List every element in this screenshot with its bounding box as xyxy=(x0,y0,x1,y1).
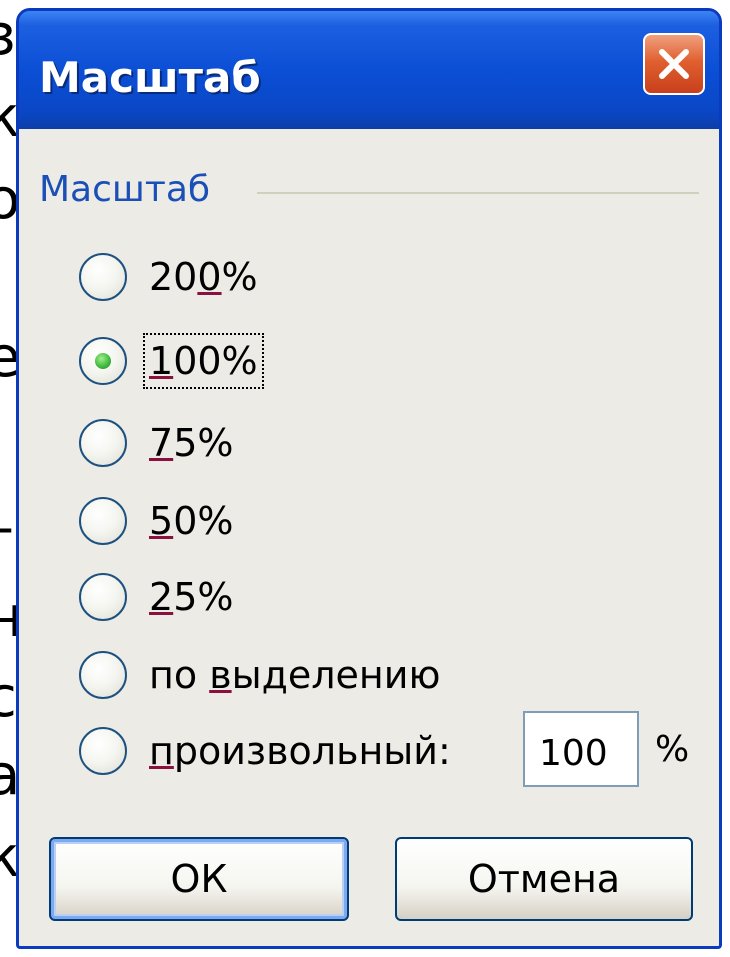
radio-label: 75% xyxy=(149,421,234,465)
radio-button[interactable] xyxy=(79,651,127,699)
radio-button[interactable] xyxy=(79,727,127,775)
close-button[interactable] xyxy=(643,33,705,95)
radio-label: произвольный: xyxy=(149,729,451,773)
radio-button[interactable] xyxy=(79,497,127,545)
radio-label: 100% xyxy=(143,333,264,389)
radio-button[interactable] xyxy=(79,253,127,301)
group-label: Масштаб xyxy=(39,169,211,210)
selected-dot-icon xyxy=(95,353,111,369)
radio-button[interactable] xyxy=(79,573,127,621)
radio-option-100[interactable]: 100% xyxy=(79,333,264,389)
radio-label: 50% xyxy=(149,499,234,543)
radio-label: по выделению xyxy=(149,653,441,697)
radio-button-selected[interactable] xyxy=(79,337,127,385)
dialog-title: Масштаб xyxy=(39,53,261,102)
radio-option-selection[interactable]: по выделению xyxy=(79,647,440,703)
radio-option-75[interactable]: 75% xyxy=(79,415,233,471)
title-bar[interactable]: Масштаб xyxy=(19,11,719,129)
custom-zoom-input[interactable]: 100 xyxy=(523,711,639,787)
radio-option-25[interactable]: 25% xyxy=(79,569,233,625)
ok-button[interactable]: ОК xyxy=(49,837,349,921)
background-text-fragment: с xyxy=(0,665,17,730)
background-text-fragment: з xyxy=(0,3,16,68)
radio-option-200[interactable]: 200% xyxy=(79,249,258,305)
radio-option-custom[interactable]: произвольный: xyxy=(79,723,451,779)
percent-unit-label: % xyxy=(655,729,690,770)
zoom-dialog: Масштаб Масштаб 200% 100% 75% 50% 25% по… xyxy=(16,8,722,949)
radio-label: 200% xyxy=(149,255,258,299)
background-text-fragment: – xyxy=(0,500,14,556)
radio-label: 25% xyxy=(149,575,234,619)
radio-button[interactable] xyxy=(79,419,127,467)
close-icon xyxy=(659,49,689,79)
dialog-body: Масштаб 200% 100% 75% 50% 25% по выделен… xyxy=(19,129,719,946)
cancel-button[interactable]: Отмена xyxy=(395,837,693,921)
radio-option-50[interactable]: 50% xyxy=(79,493,233,549)
group-divider xyxy=(257,192,699,194)
